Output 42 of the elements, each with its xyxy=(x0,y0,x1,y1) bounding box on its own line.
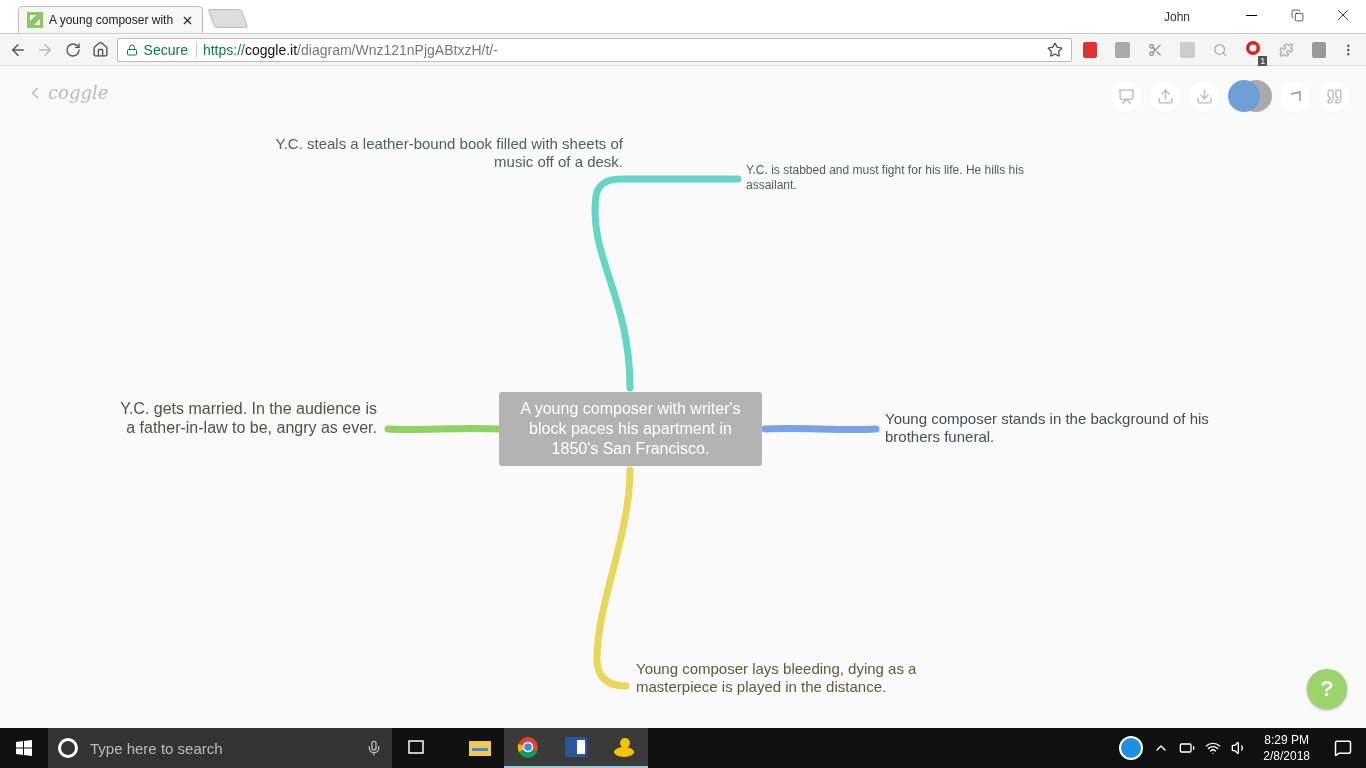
address-bar[interactable]: Secure https://coggle.it/diagram/Wnz121nPjgABtxzH/t/- xyxy=(116,37,1072,62)
restore-icon xyxy=(1290,8,1304,22)
wifi-icon[interactable] xyxy=(1205,740,1222,756)
chrome-button[interactable] xyxy=(504,728,552,768)
microphone-icon[interactable] xyxy=(366,740,382,756)
battery-icon[interactable] xyxy=(1179,740,1196,756)
hook-icon xyxy=(1288,89,1303,103)
lock-icon xyxy=(125,43,138,56)
download-icon xyxy=(1196,87,1213,105)
branch-topic[interactable]: Young composer stands in the background of his brothers funeral. xyxy=(885,410,1225,446)
chrome-icon xyxy=(517,736,539,758)
cortana-icon xyxy=(58,738,78,758)
windows-logo-icon xyxy=(16,740,32,756)
upload-icon xyxy=(1157,87,1174,105)
collaborator-avatars[interactable] xyxy=(1228,80,1272,112)
folder-icon xyxy=(469,738,491,756)
browser-tab[interactable]: A young composer with xyxy=(18,6,203,33)
bookmark-star-icon[interactable] xyxy=(1046,41,1063,58)
clock-time: 8:29 PM xyxy=(1264,732,1309,748)
home-icon xyxy=(92,41,110,58)
quote-icon xyxy=(1326,87,1343,105)
branch-topic[interactable]: Y.C. steals a leather-bound book filled with sheets of music off of a desk. xyxy=(273,135,623,171)
extension-badge: 1 xyxy=(1258,55,1268,66)
coggle-favicon-icon xyxy=(27,12,43,28)
tab-title: A young composer with xyxy=(49,13,175,27)
branch-topic[interactable]: Y.C. is stabbed and must fight for his life. He hills his assailant. xyxy=(746,163,1066,193)
hand-stop-extension-icon[interactable] xyxy=(1245,39,1262,56)
tools-extension-icon[interactable] xyxy=(1147,41,1163,58)
secure-label: Secure xyxy=(143,41,197,58)
profile-name[interactable]: John xyxy=(1163,9,1190,24)
minimize-icon xyxy=(1245,14,1257,16)
task-view-icon xyxy=(406,739,426,755)
search-input[interactable]: Type here to search xyxy=(88,738,356,758)
reload-icon xyxy=(65,41,82,58)
duck-app-button[interactable] xyxy=(600,728,648,768)
clock-date: 2/8/2018 xyxy=(1263,748,1310,764)
branch-topic[interactable]: Y.C. gets married. In the audience is a father-in-law to be, angry as ever. xyxy=(107,399,377,437)
presentation-icon xyxy=(1118,87,1135,105)
url-text: https://coggle.it/diagram/Wnz121nPjgABtxzH/t/- xyxy=(202,41,499,58)
taskbar-search-field[interactable]: Type here to search xyxy=(48,728,392,768)
branch-topic[interactable]: Young composer lays bleeding, dying as a masterpiece is played in the distance. xyxy=(636,660,936,696)
notifications-icon[interactable] xyxy=(1334,739,1352,757)
